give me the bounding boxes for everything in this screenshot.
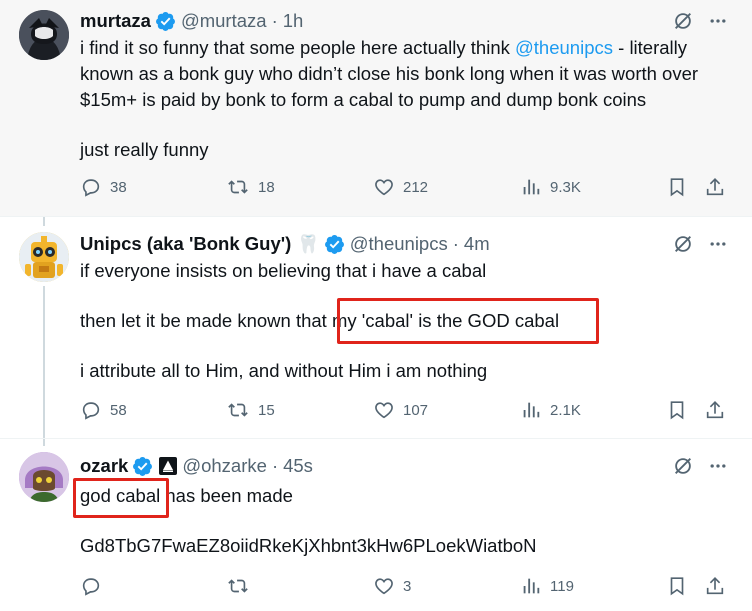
repost-button[interactable]	[226, 575, 250, 597]
grok-icon[interactable]	[672, 10, 694, 32]
share-button[interactable]	[704, 176, 726, 198]
share-icon	[706, 401, 724, 419]
share-icon	[706, 178, 724, 196]
reply-button[interactable]	[80, 575, 102, 597]
handle[interactable]: @theunipcs	[350, 233, 448, 255]
tweet-header: ozark @ohzarke · 45s	[80, 455, 313, 477]
timestamp[interactable]: 4m	[464, 233, 490, 255]
views-icon	[523, 578, 540, 594]
handle[interactable]: @ohzarke	[182, 455, 267, 477]
timestamp[interactable]: 1h	[283, 10, 304, 32]
tweet-top-icons	[672, 455, 728, 477]
more-icon[interactable]	[708, 456, 728, 476]
repost-button[interactable]: 18	[226, 176, 275, 198]
tweet-header: murtaza @murtaza · 1h	[80, 10, 304, 32]
views-button[interactable]: 9.3K	[520, 176, 581, 198]
repost-icon	[228, 180, 248, 194]
repost-button[interactable]: 15	[226, 399, 275, 421]
grok-icon[interactable]	[672, 233, 694, 255]
tweet-actions: 3 119	[80, 575, 728, 599]
mention-link[interactable]: @theunipcs	[515, 37, 613, 58]
views-button[interactable]: 119	[520, 575, 574, 597]
bookmark-icon	[670, 178, 684, 197]
reply-icon	[82, 179, 100, 197]
tweet-top-icons	[672, 233, 728, 255]
more-icon[interactable]	[708, 11, 728, 31]
display-name[interactable]: murtaza	[80, 10, 151, 32]
avatar[interactable]	[19, 10, 69, 60]
more-icon[interactable]	[708, 234, 728, 254]
bookmark-button[interactable]	[666, 575, 688, 597]
tweet-1[interactable]: murtaza @murtaza · 1h i find it so funny…	[0, 0, 752, 216]
repost-icon	[228, 579, 248, 593]
affiliate-badge-icon[interactable]	[159, 457, 178, 475]
like-icon	[375, 578, 393, 595]
repost-icon	[228, 403, 248, 417]
like-icon	[375, 179, 393, 196]
contract-address: Gd8TbG7FwaEZ8oiidRkeKjXhbnt3kHw6PLoekWia…	[80, 535, 537, 556]
bookmark-button[interactable]	[666, 399, 688, 421]
tweet-2[interactable]: Unipcs (aka 'Bonk Guy') 🦷 @theunipcs · 4…	[0, 216, 752, 438]
like-button[interactable]: 3	[373, 575, 411, 597]
tweet-actions: 38 18 212 9.3K	[80, 176, 728, 200]
reply-button[interactable]: 38	[80, 176, 127, 198]
bookmark-icon	[670, 401, 684, 420]
verified-badge-icon	[324, 234, 345, 255]
avatar[interactable]	[19, 452, 69, 502]
like-icon	[375, 402, 393, 419]
like-button[interactable]: 212	[373, 176, 428, 198]
tweet-text: i find it so funny that some people here…	[80, 37, 699, 160]
share-button[interactable]	[704, 575, 726, 597]
timestamp[interactable]: 45s	[283, 455, 313, 477]
views-icon	[523, 179, 540, 195]
tweet-actions: 58 15 107 2.1K	[80, 399, 728, 423]
display-name[interactable]: ozark	[80, 455, 128, 477]
handle[interactable]: @murtaza	[181, 10, 267, 32]
views-button[interactable]: 2.1K	[520, 399, 581, 421]
reply-icon	[82, 402, 100, 420]
reply-icon	[82, 578, 100, 596]
avatar[interactable]	[19, 232, 69, 282]
bookmark-icon	[670, 577, 684, 596]
verified-badge-icon	[155, 11, 176, 32]
bookmark-button[interactable]	[666, 176, 688, 198]
tweet-header: Unipcs (aka 'Bonk Guy') 🦷 @theunipcs · 4…	[80, 233, 490, 255]
display-name[interactable]: Unipcs (aka 'Bonk Guy')	[80, 233, 291, 255]
share-icon	[706, 577, 724, 595]
tweet-3[interactable]: ozark @ohzarke · 45s god cabal has been …	[0, 438, 752, 611]
views-icon	[523, 402, 540, 418]
verified-badge-icon	[132, 456, 153, 477]
grok-icon[interactable]	[672, 455, 694, 477]
share-button[interactable]	[704, 399, 726, 421]
tweet-top-icons	[672, 10, 728, 32]
reply-button[interactable]: 58	[80, 399, 127, 421]
like-button[interactable]: 107	[373, 399, 428, 421]
name-emoji: 🦷	[297, 233, 320, 254]
highlight-box	[337, 298, 599, 344]
highlight-box	[73, 478, 169, 518]
